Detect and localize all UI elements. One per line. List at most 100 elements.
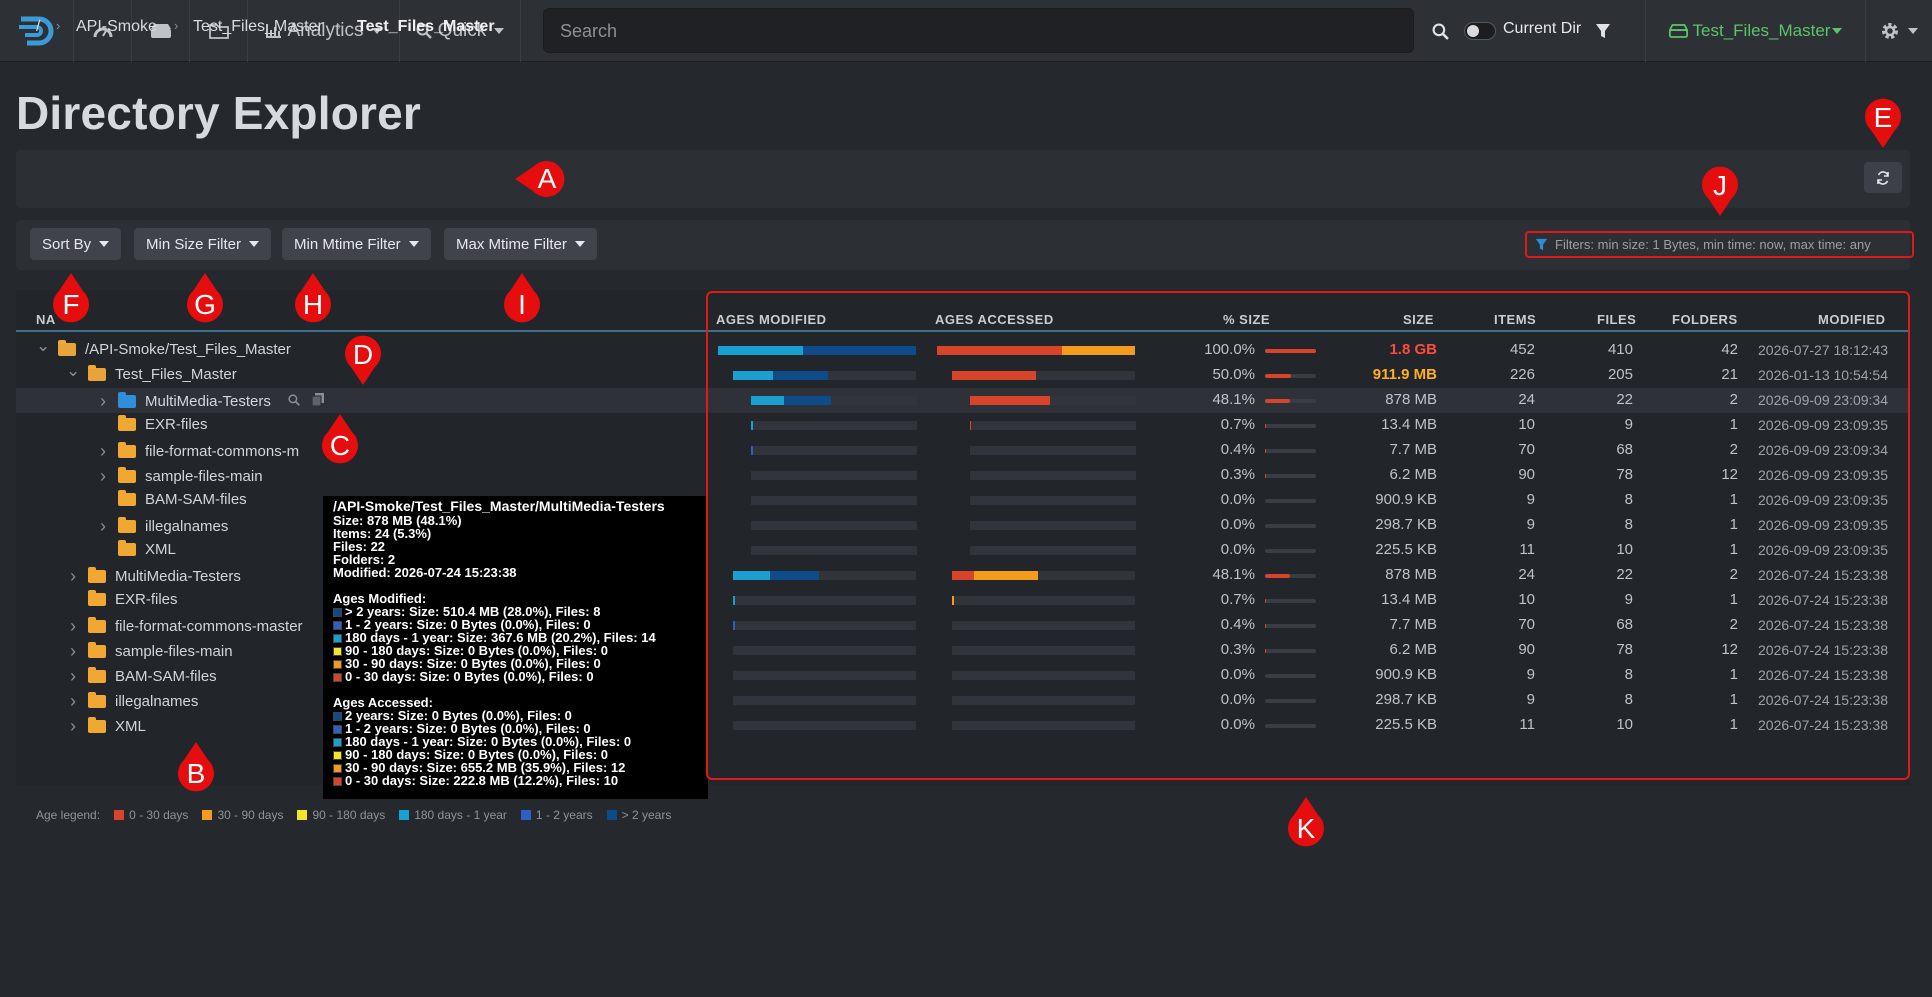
ages-accessed-bar[interactable] <box>952 621 1135 630</box>
ages-modified-bar[interactable] <box>733 596 916 605</box>
ages-modified-bar[interactable] <box>751 396 917 405</box>
tree-node-label[interactable]: file-format-commons-master <box>115 618 303 635</box>
tree-node-label[interactable]: /API-Smoke/Test_Files_Master <box>85 341 291 358</box>
ages-modified-bar[interactable] <box>751 421 917 430</box>
chevron-down-icon[interactable]: ⌄ <box>66 361 80 381</box>
min-size-filter-button[interactable]: Min Size Filter <box>134 228 272 260</box>
tree-node-label[interactable]: XML <box>145 541 176 558</box>
tree-node-label[interactable]: BAM-SAM-files <box>145 491 247 508</box>
tree-node[interactable]: › illegalnames <box>96 516 228 537</box>
ages-accessed-bar[interactable] <box>952 671 1135 680</box>
ages-accessed-bar[interactable] <box>970 496 1136 505</box>
ages-accessed-bar[interactable] <box>970 546 1136 555</box>
col-modified-header[interactable]: MODIFIED <box>1818 312 1886 327</box>
tree-node-label[interactable]: EXR-files <box>115 591 178 608</box>
tree-node[interactable]: › file-format-commons-master <box>66 616 303 637</box>
tree-node-label[interactable]: XML <box>115 718 146 735</box>
ages-modified-bar[interactable] <box>733 571 916 580</box>
search-input[interactable]: Search <box>543 8 1414 53</box>
ages-modified-bar[interactable] <box>733 621 916 630</box>
ages-accessed-bar[interactable] <box>952 596 1135 605</box>
ages-accessed-bar[interactable] <box>970 446 1136 455</box>
tree-node[interactable]: ⌄ /API-Smoke/Test_Files_Master <box>36 336 291 359</box>
tree-node[interactable]: › sample-files-main <box>66 641 233 662</box>
ages-accessed-bar[interactable] <box>937 346 1135 355</box>
tree-node[interactable]: › file-format-commons-m <box>96 441 299 462</box>
tree-node-label[interactable]: sample-files-main <box>115 643 233 660</box>
ages-modified-bar[interactable] <box>751 471 917 480</box>
index-selector[interactable]: Test_Files_Master <box>1645 0 1866 62</box>
ages-modified-bar[interactable] <box>718 346 916 355</box>
tree-node[interactable]: › sample-files-main <box>96 466 263 487</box>
tree-node[interactable]: BAM-SAM-files <box>96 490 247 508</box>
chevron-right-icon[interactable]: › <box>96 441 110 462</box>
search-submit-icon[interactable] <box>1426 0 1454 62</box>
ages-accessed-bar[interactable] <box>952 696 1135 705</box>
tree-node-label[interactable]: illegalnames <box>145 518 228 535</box>
col-files-header[interactable]: FILES <box>1597 312 1636 327</box>
tree-node[interactable]: › MultiMedia-Testers <box>96 391 324 412</box>
breadcrumb-root[interactable]: / <box>36 18 40 36</box>
ages-modified-bar[interactable] <box>751 546 917 555</box>
filter-icon[interactable] <box>1587 0 1619 62</box>
max-mtime-filter-button[interactable]: Max Mtime Filter <box>444 228 597 260</box>
ages-accessed-bar[interactable] <box>970 521 1136 530</box>
chevron-right-icon[interactable]: › <box>96 516 110 537</box>
ages-modified-bar[interactable] <box>751 521 917 530</box>
chevron-right-icon[interactable]: › <box>66 566 80 587</box>
breadcrumb-item[interactable]: API-Smoke <box>76 18 157 36</box>
chevron-right-icon[interactable]: › <box>66 641 80 662</box>
chevron-right-icon[interactable]: › <box>66 716 80 737</box>
col-ages-accessed-header[interactable]: AGES ACCESSED <box>935 312 1054 327</box>
chevron-right-icon[interactable]: › <box>96 466 110 487</box>
copy-icon[interactable] <box>311 393 324 410</box>
current-dir-toggle[interactable] <box>1464 22 1496 40</box>
col-folders-header[interactable]: FOLDERS <box>1672 312 1738 327</box>
chevron-right-icon[interactable]: › <box>66 666 80 687</box>
chevron-right-icon[interactable]: › <box>96 391 110 412</box>
tree-node[interactable]: › XML <box>66 716 146 737</box>
chevron-right-icon[interactable]: › <box>66 691 80 712</box>
tree-node[interactable]: › illegalnames <box>66 691 198 712</box>
ages-modified-bar[interactable] <box>751 446 917 455</box>
tree-node-label[interactable]: illegalnames <box>115 693 198 710</box>
min-mtime-filter-button[interactable]: Min Mtime Filter <box>282 228 431 260</box>
ages-accessed-bar[interactable] <box>952 371 1135 380</box>
sort-by-button[interactable]: Sort By <box>30 228 122 260</box>
tree-node[interactable]: › MultiMedia-Testers <box>66 566 241 587</box>
ages-accessed-bar[interactable] <box>970 471 1136 480</box>
ages-modified-bar[interactable] <box>733 671 916 680</box>
tree-node-label[interactable]: EXR-files <box>145 416 208 433</box>
tree-node-label[interactable]: sample-files-main <box>145 468 263 485</box>
chevron-right-icon[interactable]: › <box>66 616 80 637</box>
tree-node-label[interactable]: MultiMedia-Testers <box>145 393 271 410</box>
ages-accessed-bar[interactable] <box>952 646 1135 655</box>
ages-modified-bar[interactable] <box>733 646 916 655</box>
ages-accessed-bar[interactable] <box>970 396 1136 405</box>
ages-accessed-bar[interactable] <box>970 421 1136 430</box>
col-ages-modified-header[interactable]: AGES MODIFIED <box>716 312 827 327</box>
tree-node[interactable]: EXR-files <box>96 415 208 433</box>
breadcrumb-item[interactable]: Test_Files_Master <box>193 18 323 36</box>
chevron-down-icon[interactable]: ⌄ <box>36 336 50 356</box>
ages-modified-bar[interactable] <box>733 371 916 380</box>
ages-modified-bar[interactable] <box>751 496 917 505</box>
tree-node[interactable]: EXR-files <box>66 590 178 608</box>
refresh-button[interactable] <box>1864 162 1902 193</box>
tree-node[interactable]: ⌄ Test_Files_Master <box>66 361 237 384</box>
settings-menu[interactable] <box>1866 0 1932 62</box>
search-icon[interactable] <box>288 394 300 409</box>
tree-node-label[interactable]: MultiMedia-Testers <box>115 568 241 585</box>
tree-node-label[interactable]: Test_Files_Master <box>115 366 237 383</box>
ages-accessed-bar[interactable] <box>952 571 1135 580</box>
tree-node[interactable]: XML <box>96 540 176 558</box>
col-pct-size-header[interactable]: % SIZE <box>1223 312 1270 327</box>
ages-accessed-bar[interactable] <box>952 721 1135 730</box>
tree-node-label[interactable]: file-format-commons-m <box>145 443 299 460</box>
tree-node-label[interactable]: BAM-SAM-files <box>115 668 217 685</box>
ages-modified-bar[interactable] <box>733 696 916 705</box>
ages-modified-bar[interactable] <box>733 721 916 730</box>
col-items-header[interactable]: ITEMS <box>1494 312 1536 327</box>
tree-node[interactable]: › BAM-SAM-files <box>66 666 217 687</box>
col-size-header[interactable]: SIZE <box>1403 312 1434 327</box>
